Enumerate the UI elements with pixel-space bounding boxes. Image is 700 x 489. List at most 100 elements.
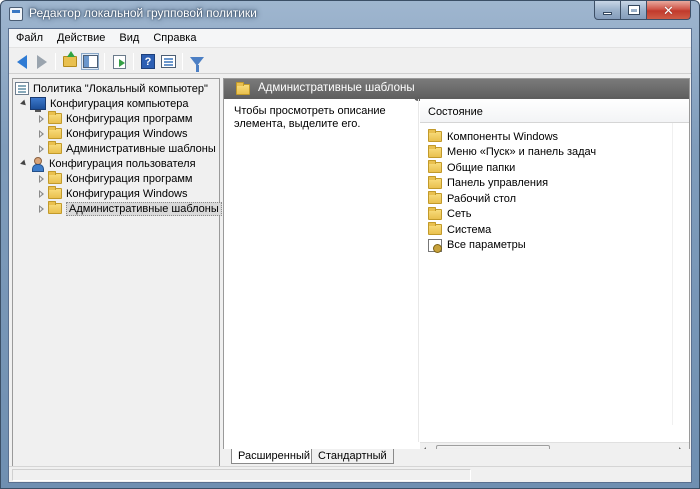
list-item-label: Все параметры <box>447 239 526 251</box>
export-list-icon <box>112 54 126 69</box>
tree-item-label: Конфигурация программ <box>66 112 193 125</box>
list-item[interactable]: Сеть <box>428 206 472 222</box>
description-text: Чтобы просмотреть описание элемента, выд… <box>234 105 386 130</box>
list-item[interactable]: Система <box>428 222 491 237</box>
menu-bar: Файл Действие Вид Справка <box>9 29 691 48</box>
menu-file[interactable]: Файл <box>9 29 50 48</box>
collapse-icon[interactable] <box>19 159 28 168</box>
folder-icon <box>48 171 62 184</box>
app-window: Редактор локальной групповой политики ✕ … <box>0 0 700 489</box>
up-folder-icon <box>63 51 77 67</box>
help-button[interactable]: ? <box>139 53 157 70</box>
menu-view[interactable]: Вид <box>112 29 146 48</box>
expand-icon[interactable] <box>37 144 46 153</box>
show-hide-tree-button[interactable] <box>81 53 99 70</box>
tab-extended[interactable]: Расширенный <box>231 449 317 464</box>
pane-divider[interactable] <box>418 99 419 442</box>
list-item-label: Компоненты Windows <box>447 130 559 143</box>
vertical-scrollbar[interactable] <box>672 123 689 425</box>
properties-button[interactable] <box>159 53 177 70</box>
all-settings-icon <box>428 238 442 253</box>
list-item-label: Панель управления <box>447 177 549 189</box>
tree-computer-config[interactable]: Конфигурация компьютера <box>19 96 189 112</box>
tree-user-admin-templates[interactable]: Административные шаблоны <box>37 201 222 216</box>
back-icon <box>17 54 27 69</box>
toolbar-separator <box>182 53 183 70</box>
user-icon <box>30 156 45 172</box>
tree-item-label: Конфигурация Windows <box>66 127 188 140</box>
forward-icon <box>37 54 47 69</box>
list-item[interactable]: Меню «Пуск» и панель задач <box>428 144 596 160</box>
toolbar-separator <box>55 53 56 70</box>
tree-user-config-label: Конфигурация пользователя <box>49 157 196 170</box>
folder-icon <box>428 206 442 220</box>
minimize-button[interactable] <box>594 1 621 20</box>
tree-item-label-selected: Административные шаблоны <box>66 201 222 216</box>
details-header: Административные шаблоны <box>224 79 689 99</box>
tab-standard[interactable]: Стандартный <box>311 449 394 464</box>
tree-computer-admin-templates[interactable]: Административные шаблоны <box>37 141 216 156</box>
maximize-icon <box>627 5 640 15</box>
menu-help[interactable]: Справка <box>146 29 203 48</box>
tree-user-software[interactable]: Конфигурация программ <box>37 171 192 186</box>
export-list-button[interactable] <box>110 53 128 70</box>
folder-icon <box>428 222 442 235</box>
caption-buttons: ✕ <box>594 1 691 20</box>
folder-icon <box>48 111 62 124</box>
folder-icon <box>428 191 442 204</box>
folder-icon <box>428 129 442 142</box>
list-item-label: Сеть <box>447 208 472 220</box>
navigation-tree: Политика "Локальный компьютер" Конфигура… <box>12 78 222 479</box>
folder-icon <box>428 160 442 173</box>
status-bar <box>9 466 691 482</box>
details-header-title: Административные шаблоны <box>258 82 415 94</box>
computer-icon <box>30 97 46 112</box>
tree-computer-software[interactable]: Конфигурация программ <box>37 111 192 126</box>
expand-icon[interactable] <box>37 189 46 198</box>
expand-icon[interactable] <box>37 114 46 123</box>
tree-item-label: Конфигурация программ <box>66 172 193 185</box>
tree-computer-config-label: Конфигурация компьютера <box>50 97 189 110</box>
tree-user-windows[interactable]: Конфигурация Windows <box>37 186 188 201</box>
list-item[interactable]: Панель управления <box>428 175 549 191</box>
policy-icon <box>15 82 29 95</box>
up-folder-button[interactable] <box>61 51 79 70</box>
maximize-button[interactable] <box>621 1 647 20</box>
filter-button[interactable] <box>188 53 206 72</box>
folder-icon <box>48 126 62 139</box>
window-title: Редактор локальной групповой политики <box>29 6 257 20</box>
tree-computer-windows[interactable]: Конфигурация Windows <box>37 126 188 141</box>
column-header-label: Состояние <box>428 106 483 118</box>
list-item-label: Рабочий стол <box>447 192 517 205</box>
back-button[interactable] <box>13 53 31 70</box>
list-item[interactable]: Общие папки <box>428 160 515 175</box>
details-pane: Административные шаблоны Чтобы просмотре… <box>223 78 690 467</box>
folder-icon <box>48 141 62 154</box>
collapse-icon[interactable] <box>19 99 28 108</box>
status-section <box>12 469 471 481</box>
list-item-label: Система <box>447 223 492 236</box>
toolbar-separator <box>104 53 105 70</box>
tree-item-label: Административные шаблоны <box>66 142 216 155</box>
folder-icon <box>48 201 62 214</box>
list-item[interactable]: Рабочий стол <box>428 191 516 206</box>
view-tabs: Расширенный Стандартный <box>223 449 690 467</box>
show-hide-tree-icon <box>82 55 98 68</box>
menu-action[interactable]: Действие <box>50 29 112 48</box>
title-bar[interactable]: Редактор локальной групповой политики ✕ <box>1 1 699 27</box>
app-icon <box>9 7 23 21</box>
list-item[interactable]: Компоненты Windows <box>428 129 558 144</box>
toolbar: ? <box>9 49 691 74</box>
close-button[interactable]: ✕ <box>647 1 691 20</box>
properties-icon <box>160 55 176 68</box>
forward-button[interactable] <box>33 53 51 70</box>
tree-root[interactable]: Политика "Локальный компьютер" <box>15 81 208 96</box>
expand-icon[interactable] <box>37 174 46 183</box>
list-item[interactable]: Все параметры <box>428 238 526 253</box>
column-header-state[interactable]: Состояние <box>420 99 689 123</box>
help-icon: ? <box>141 54 155 69</box>
list-item-label: Общие папки <box>447 161 516 174</box>
expand-icon[interactable] <box>37 129 46 138</box>
expand-icon[interactable] <box>37 204 46 213</box>
tree-user-config[interactable]: Конфигурация пользователя <box>19 156 196 172</box>
